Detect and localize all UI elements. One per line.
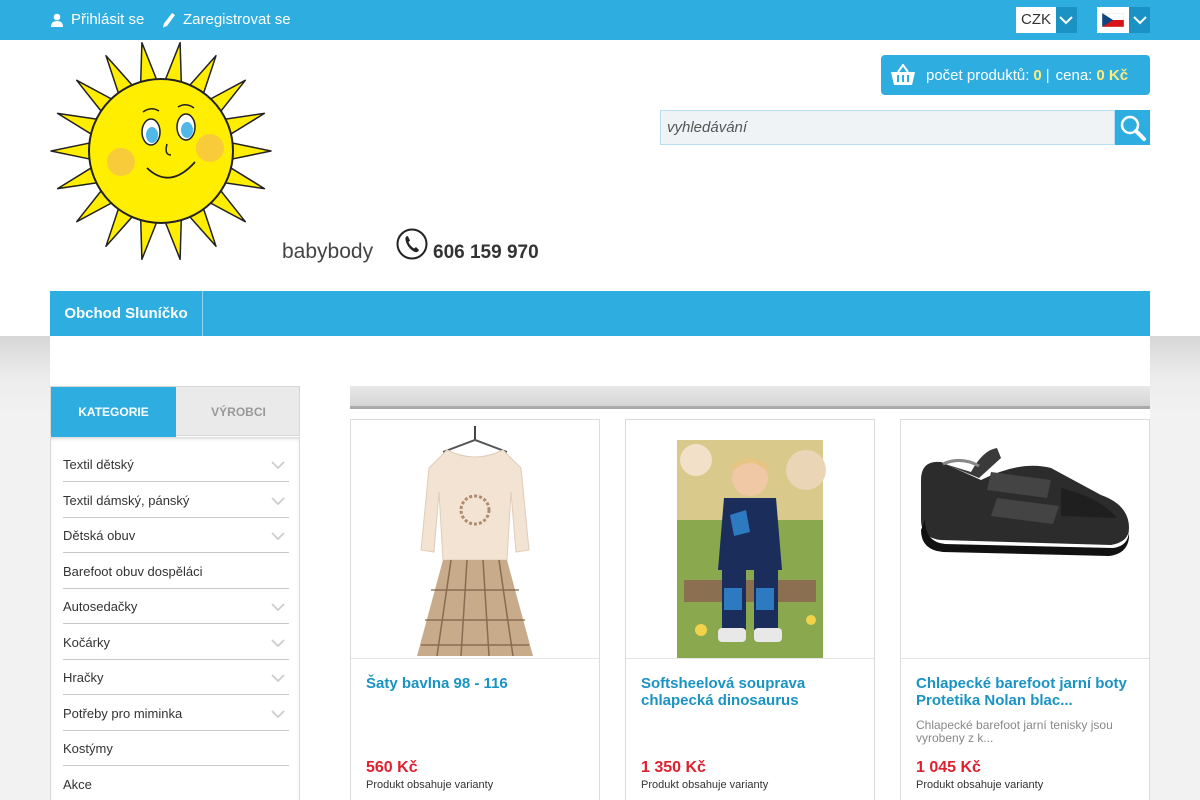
category-item[interactable]: Textil dětský bbox=[63, 447, 289, 482]
category-label: Autosedačky bbox=[63, 599, 138, 614]
nav-item-shop[interactable]: Obchod Sluníčko bbox=[50, 291, 203, 336]
sidebar-tabs: KATEGORIE VÝROBCI bbox=[50, 386, 301, 437]
pencil-icon bbox=[163, 12, 175, 27]
category-label: Textil dětský bbox=[63, 457, 134, 472]
cart-count-label: počet produktů: bbox=[926, 66, 1030, 84]
cart-button[interactable]: počet produktů: 0 | cena: 0 Kč bbox=[881, 55, 1150, 95]
product-title[interactable]: Chlapecké barefoot jarní boty Protetika … bbox=[916, 675, 1136, 709]
chevron-down-icon[interactable] bbox=[271, 638, 285, 648]
product-title[interactable]: Softsheelová souprava chlapecká dinosaur… bbox=[641, 675, 861, 709]
category-list: Textil dětský Textil dámský, pánský Dětská… bbox=[50, 437, 300, 800]
category-label: Textil dámský, pánský bbox=[63, 492, 190, 508]
chevron-down-icon[interactable] bbox=[271, 674, 285, 683]
product-card[interactable]: Chlapecké barefoot jarní boty Protetika … bbox=[900, 419, 1150, 800]
category-label: Kočárky bbox=[63, 634, 110, 650]
chevron-down-icon bbox=[1133, 16, 1147, 25]
chevron-down-icon bbox=[1059, 16, 1073, 25]
category-item[interactable]: Dětská obuv bbox=[63, 518, 289, 553]
product-description: Chlapecké barefoot jarní tenisky jsou vy… bbox=[916, 718, 1113, 745]
tab-categories[interactable]: KATEGORIE bbox=[51, 387, 176, 437]
product-price: 1 045 Kč bbox=[916, 759, 981, 776]
category-label: Potřeby pro miminka bbox=[63, 705, 183, 721]
product-variants-note: Produkt obsahuje varianty bbox=[916, 779, 1044, 791]
search-icon bbox=[1120, 115, 1146, 141]
category-item[interactable]: Hračky bbox=[63, 660, 289, 695]
category-label: Akce bbox=[63, 776, 92, 792]
register-link[interactable]: Zaregistrovat se bbox=[162, 11, 291, 28]
product-price: 1 350 Kč bbox=[641, 759, 706, 776]
category-item[interactable]: Kostýmy bbox=[63, 731, 289, 766]
category-item[interactable]: Akce bbox=[63, 767, 289, 800]
currency-value: CZK bbox=[1016, 7, 1056, 33]
category-label: Barefoot obuv dospěláci bbox=[63, 563, 203, 579]
product-card[interactable]: Šaty bavlna 98 - 116 560 Kč Produkt obsa… bbox=[350, 419, 600, 800]
phone-number[interactable]: 606 159 970 bbox=[433, 242, 539, 264]
sun-logo[interactable] bbox=[50, 40, 272, 262]
cart-price: 0 Kč bbox=[1096, 66, 1129, 84]
chevron-down-icon[interactable] bbox=[271, 461, 285, 470]
register-label: Zaregistrovat se bbox=[183, 11, 291, 28]
language-select[interactable] bbox=[1097, 7, 1150, 33]
product-variants-note: Produkt obsahuje varianty bbox=[366, 779, 494, 791]
chevron-down-icon[interactable] bbox=[271, 603, 285, 612]
boy-softshell-image[interactable] bbox=[626, 420, 874, 659]
phone-icon bbox=[396, 228, 428, 260]
cart-price-label: cena: bbox=[1055, 66, 1093, 84]
tab-manufacturers[interactable]: VÝROBCI bbox=[176, 387, 301, 437]
category-item[interactable]: Kočárky bbox=[63, 625, 289, 660]
product-variants-note: Produkt obsahuje varianty bbox=[641, 779, 769, 791]
category-item[interactable]: Autosedačky bbox=[63, 589, 289, 624]
login-label: Přihlásit se bbox=[71, 11, 145, 28]
chevron-down-icon[interactable] bbox=[271, 532, 285, 541]
category-label: Hračky bbox=[63, 670, 104, 685]
flag-box bbox=[1097, 7, 1129, 33]
dress-image[interactable] bbox=[351, 420, 599, 659]
search-button[interactable] bbox=[1115, 110, 1150, 145]
login-link[interactable]: Přihlásit se bbox=[50, 11, 144, 28]
shop-tagline: babybody bbox=[282, 240, 374, 263]
category-label: Dětská obuv bbox=[63, 528, 136, 543]
chevron-down-icon[interactable] bbox=[271, 709, 285, 719]
products-header-bar bbox=[350, 386, 1150, 409]
product-card[interactable]: Softsheelová souprava chlapecká dinosaur… bbox=[625, 419, 875, 800]
cart-separator: | bbox=[1045, 66, 1050, 84]
cart-count: 0 bbox=[1033, 66, 1042, 84]
product-price: 560 Kč bbox=[366, 759, 418, 776]
user-icon bbox=[51, 13, 63, 27]
category-item[interactable]: Textil dámský, pánský bbox=[63, 483, 289, 518]
currency-select[interactable]: CZK bbox=[1016, 7, 1077, 33]
category-item[interactable]: Barefoot obuv dospěláci bbox=[63, 554, 289, 589]
basket-icon bbox=[891, 64, 915, 85]
product-title[interactable]: Šaty bavlna 98 - 116 bbox=[366, 675, 586, 692]
top-bar: Přihlásit se Zaregistrovat se CZK bbox=[0, 0, 1200, 40]
category-item[interactable]: Potřeby pro miminka bbox=[63, 696, 289, 731]
chevron-down-icon[interactable] bbox=[271, 496, 285, 506]
main-nav: Obchod Sluníčko bbox=[50, 291, 1150, 336]
search-input[interactable] bbox=[660, 110, 1115, 145]
category-label: Kostýmy bbox=[63, 741, 113, 756]
shoe-image[interactable] bbox=[901, 420, 1149, 659]
czech-flag-icon bbox=[1102, 13, 1124, 27]
